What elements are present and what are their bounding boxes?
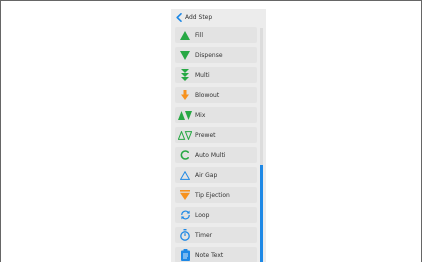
- back-button[interactable]: [174, 10, 184, 24]
- step-label: Multi: [195, 71, 210, 79]
- step-label: Prewet: [195, 131, 216, 139]
- panel-header: Add Step: [171, 9, 266, 25]
- prewet-icon: [175, 127, 195, 143]
- step-label: Dispense: [195, 51, 223, 59]
- mix-icon: [175, 107, 195, 123]
- step-label: Fill: [195, 31, 204, 39]
- step-label: Tip Ejection: [195, 191, 230, 199]
- step-label: Note Text: [195, 251, 224, 259]
- note-text-icon: [175, 247, 195, 262]
- step-item-prewet[interactable]: Prewet: [175, 127, 257, 143]
- arrow-down-icon: [175, 87, 195, 103]
- triangle-up-icon: [175, 27, 195, 43]
- page-title: Add Step: [185, 13, 213, 21]
- chevron-left-icon: [176, 12, 182, 22]
- step-item-fill[interactable]: Fill: [175, 27, 257, 43]
- step-item-multi[interactable]: Multi: [175, 67, 257, 83]
- step-item-air-gap[interactable]: Air Gap: [175, 167, 257, 183]
- loop-icon: [175, 207, 195, 223]
- multi-dispense-icon: [175, 67, 195, 83]
- air-gap-icon: [175, 167, 195, 183]
- step-item-auto-multi[interactable]: Auto Multi: [175, 147, 257, 163]
- scrollbar-thumb[interactable]: [260, 165, 263, 262]
- step-item-mix[interactable]: Mix: [175, 107, 257, 123]
- step-item-tip-ejection[interactable]: Tip Ejection: [175, 187, 257, 203]
- timer-icon: [175, 227, 195, 243]
- step-list: Fill Dispense Multi Blowout Mix Prewet A…: [175, 27, 257, 262]
- step-item-note-text[interactable]: Note Text: [175, 247, 257, 262]
- step-label: Blowout: [195, 91, 220, 99]
- step-item-blowout[interactable]: Blowout: [175, 87, 257, 103]
- tip-ejection-icon: [175, 187, 195, 203]
- step-item-dispense[interactable]: Dispense: [175, 47, 257, 63]
- step-label: Loop: [195, 211, 210, 219]
- step-item-loop[interactable]: Loop: [175, 207, 257, 223]
- auto-multi-icon: [175, 147, 195, 163]
- step-item-timer[interactable]: Timer: [175, 227, 257, 243]
- step-label: Auto Multi: [195, 151, 226, 159]
- step-label: Air Gap: [195, 171, 218, 179]
- step-label: Mix: [195, 111, 206, 119]
- triangle-down-icon: [175, 47, 195, 63]
- add-step-panel: Add Step Fill Dispense Multi Blowout Mix…: [171, 9, 266, 262]
- step-label: Timer: [195, 231, 213, 239]
